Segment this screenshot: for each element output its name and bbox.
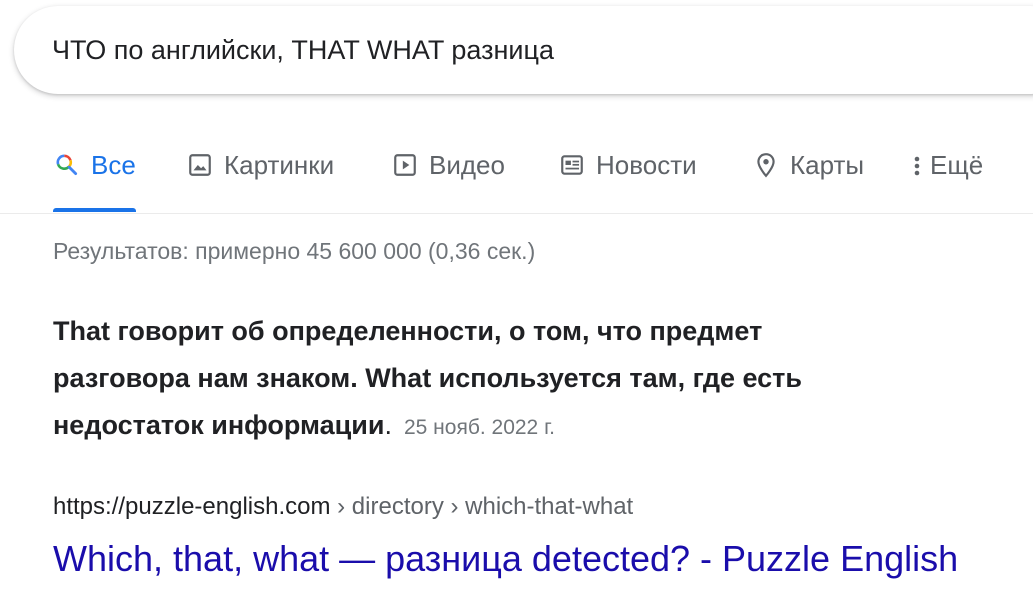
result-stats: Результатов: примерно 45 600 000 (0,36 с… bbox=[53, 238, 536, 264]
tab-video[interactable]: Видео bbox=[391, 150, 505, 212]
tab-images-label: Картинки bbox=[224, 150, 335, 180]
news-icon bbox=[558, 150, 586, 180]
more-vert-icon bbox=[908, 150, 926, 180]
tab-all[interactable]: Все bbox=[53, 150, 136, 212]
image-icon bbox=[186, 150, 214, 180]
video-play-icon bbox=[391, 150, 419, 180]
search-input[interactable]: ЧТО по английски, THAT WHAT разница bbox=[52, 35, 554, 66]
result-url[interactable]: https://puzzle-english.com › directory ›… bbox=[53, 493, 633, 521]
tab-video-label: Видео bbox=[429, 150, 505, 180]
tab-images[interactable]: Картинки bbox=[186, 150, 334, 212]
google-search-icon bbox=[53, 150, 81, 180]
map-pin-icon bbox=[752, 150, 780, 180]
active-tab-indicator bbox=[53, 208, 136, 212]
snippet-date: 25 нояб. 2022 г. bbox=[403, 416, 556, 439]
search-results-page: ЧТО по английски, THAT WHAT разница Все bbox=[0, 0, 1033, 598]
tab-news-label: Новости bbox=[596, 150, 697, 180]
tab-news[interactable]: Новости bbox=[558, 150, 697, 212]
result-domain: https://puzzle-english.com bbox=[53, 493, 331, 520]
result-title-link[interactable]: Which, that, what — разница detected? - … bbox=[53, 538, 958, 580]
tab-all-label: Все bbox=[91, 150, 136, 180]
featured-snippet: That говорит об определенности, о том, ч… bbox=[53, 308, 873, 451]
search-tabs: Все Картинки Видео Новости Карты Ещё bbox=[0, 140, 1033, 214]
tab-more[interactable]: Ещё bbox=[908, 150, 983, 212]
tab-maps[interactable]: Карты bbox=[752, 150, 864, 212]
search-box[interactable]: ЧТО по английски, THAT WHAT разница bbox=[14, 6, 1033, 94]
snippet-trailing: . bbox=[384, 410, 392, 440]
tab-more-label: Ещё bbox=[930, 150, 984, 180]
result-breadcrumbs: › directory › which-that-what bbox=[330, 493, 634, 520]
tab-maps-label: Карты bbox=[790, 150, 865, 180]
